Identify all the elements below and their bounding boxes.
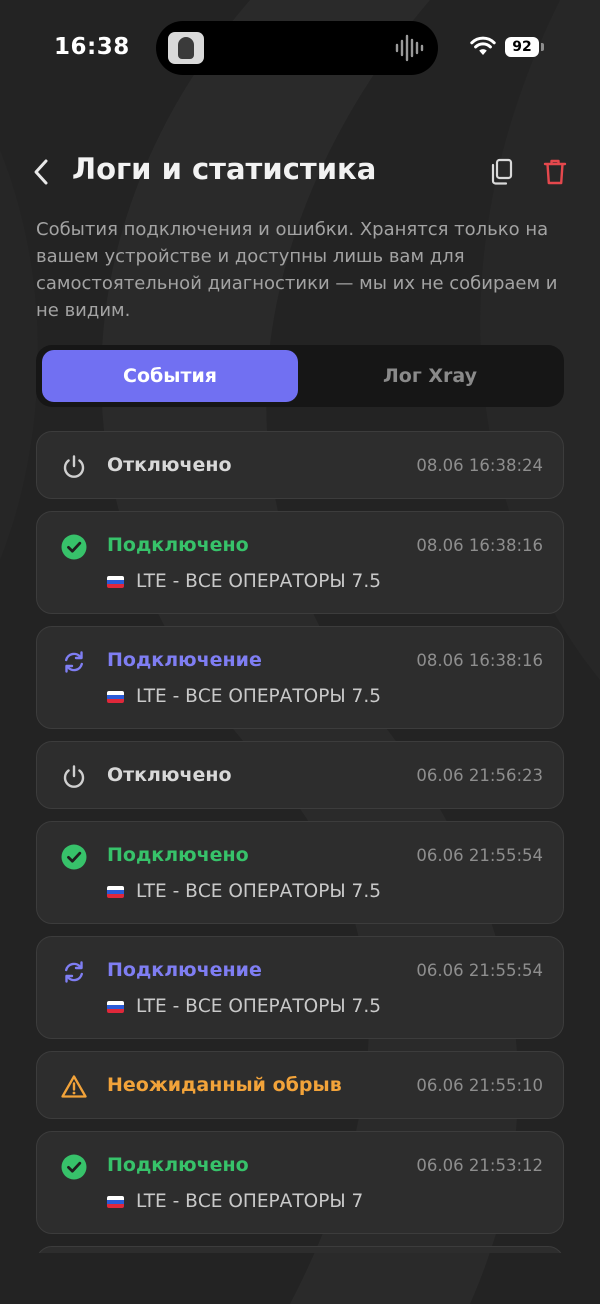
event-log-list[interactable]: Отключено 08.06 16:38:24 Подключено 08.0… (36, 431, 564, 1253)
log-item[interactable]: Подключено 06.06 21:53:12 LTE - ВСЕ ОПЕР… (36, 1131, 564, 1234)
log-status: Подключено (107, 844, 249, 866)
russia-flag-icon (107, 1195, 124, 1208)
log-server: LTE - ВСЕ ОПЕРАТОРЫ 7 (107, 1191, 363, 1212)
log-timestamp: 06.06 21:56:23 (416, 766, 543, 785)
log-status: Подключение (107, 649, 262, 671)
log-status: Подключено (107, 1154, 249, 1176)
refresh-icon (61, 649, 87, 675)
server-name: LTE - ВСЕ ОПЕРАТОРЫ 7 (136, 1191, 364, 1212)
copy-logs-button[interactable] (485, 155, 517, 189)
back-button[interactable] (24, 153, 58, 191)
server-name: LTE - ВСЕ ОПЕРАТОРЫ 7.5 (136, 996, 381, 1017)
check-circle-icon (61, 1154, 87, 1180)
server-name: LTE - ВСЕ ОПЕРАТОРЫ 7.5 (136, 571, 381, 592)
log-timestamp: 06.06 21:55:54 (416, 846, 543, 865)
chevron-left-icon (34, 159, 48, 185)
tab-xray-log[interactable]: Лог Xray (302, 350, 558, 402)
log-status: Отключено (107, 764, 232, 786)
log-tabs: События Лог Xray (36, 345, 564, 407)
server-name: LTE - ВСЕ ОПЕРАТОРЫ 7.5 (136, 686, 381, 707)
log-item[interactable]: Подключено 08.06 16:38:16 LTE - ВСЕ ОПЕР… (36, 511, 564, 614)
log-timestamp: 08.06 16:38:24 (416, 456, 543, 475)
log-server: LTE - ВСЕ ОПЕРАТОРЫ 7.5 (107, 996, 381, 1017)
log-item[interactable]: Подключение 08.06 16:38:16 LTE - ВСЕ ОПЕ… (36, 626, 564, 729)
battery-tip (541, 43, 544, 51)
log-item[interactable]: Неожиданный обрыв 06.06 21:55:10 (36, 1051, 564, 1119)
dynamic-island[interactable] (156, 21, 438, 75)
russia-flag-icon (107, 885, 124, 898)
log-server: LTE - ВСЕ ОПЕРАТОРЫ 7.5 (107, 881, 381, 902)
trash-icon (543, 159, 567, 185)
tab-events[interactable]: События (42, 350, 298, 402)
warning-icon (61, 1074, 87, 1100)
check-circle-icon (61, 844, 87, 870)
refresh-icon (61, 959, 87, 985)
log-server: LTE - ВСЕ ОПЕРАТОРЫ 7.5 (107, 686, 381, 707)
russia-flag-icon (107, 575, 124, 588)
log-status: Подключено (107, 534, 249, 556)
clear-logs-button[interactable] (539, 155, 571, 189)
battery-level: 92 (505, 37, 539, 57)
page-description: События подключения и ошибки. Хранятся т… (36, 219, 558, 321)
log-item[interactable]: Подключение 06.06 21:55:54 LTE - ВСЕ ОПЕ… (36, 936, 564, 1039)
log-timestamp: 06.06 21:53:12 (416, 1156, 543, 1175)
now-playing-artwork (168, 32, 204, 64)
check-circle-icon (61, 534, 87, 560)
page-title: Логи и статистика (72, 152, 377, 186)
power-icon (61, 764, 87, 790)
status-time: 16:38 (54, 34, 130, 60)
log-status: Неожиданный обрыв (107, 1074, 342, 1096)
log-status: Отключено (107, 454, 232, 476)
log-item[interactable]: Подключено 06.06 21:55:54 LTE - ВСЕ ОПЕР… (36, 821, 564, 924)
russia-flag-icon (107, 1000, 124, 1013)
server-name: LTE - ВСЕ ОПЕРАТОРЫ 7.5 (136, 881, 381, 902)
log-item[interactable] (36, 1246, 564, 1253)
log-item[interactable]: Отключено 06.06 21:56:23 (36, 741, 564, 809)
audio-waveform-icon (395, 34, 424, 62)
log-server: LTE - ВСЕ ОПЕРАТОРЫ 7.5 (107, 571, 381, 592)
log-timestamp: 06.06 21:55:54 (416, 961, 543, 980)
power-icon (61, 454, 87, 480)
status-bar: 16:38 92 (0, 0, 600, 96)
log-item[interactable]: Отключено 08.06 16:38:24 (36, 431, 564, 499)
log-timestamp: 08.06 16:38:16 (416, 536, 543, 555)
russia-flag-icon (107, 690, 124, 703)
copy-icon (491, 158, 513, 185)
log-timestamp: 06.06 21:55:10 (416, 1076, 543, 1095)
log-timestamp: 08.06 16:38:16 (416, 651, 543, 670)
wifi-icon (470, 36, 496, 55)
log-status: Подключение (107, 959, 262, 981)
